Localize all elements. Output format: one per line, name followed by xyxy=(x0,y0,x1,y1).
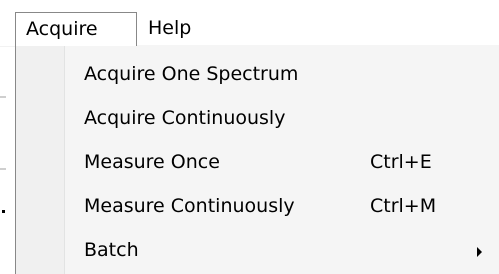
menu-item-label: Batch xyxy=(84,239,139,261)
menu-item-measure-once[interactable]: Measure Once Ctrl+E xyxy=(16,140,499,184)
menu-item-label: Measure Once xyxy=(84,151,220,173)
menu-item-acquire-continuously[interactable]: Acquire Continuously xyxy=(16,96,499,140)
window-edge-dot xyxy=(2,210,5,213)
window-edge-mark xyxy=(0,96,6,98)
submenu-arrow-icon xyxy=(477,247,482,257)
menu-item-label: Acquire Continuously xyxy=(84,107,286,129)
menu-item-acquire-one-spectrum[interactable]: Acquire One Spectrum xyxy=(16,52,499,96)
menu-item-shortcut: Ctrl+E xyxy=(370,151,432,173)
menu-help[interactable]: Help xyxy=(148,12,218,46)
menu-item-shortcut: Ctrl+M xyxy=(370,195,437,217)
menu-acquire[interactable]: Acquire xyxy=(15,12,137,46)
menu-item-label: Acquire One Spectrum xyxy=(84,63,299,85)
menu-bar: Acquire Help xyxy=(0,0,499,47)
window-edge-mark xyxy=(0,168,6,170)
menu-item-label: Measure Continuously xyxy=(84,195,295,217)
acquire-dropdown-menu: Acquire One Spectrum Acquire Continuousl… xyxy=(15,45,499,274)
menu-item-batch[interactable]: Batch xyxy=(16,228,499,272)
menu-item-measure-continuously[interactable]: Measure Continuously Ctrl+M xyxy=(16,184,499,228)
